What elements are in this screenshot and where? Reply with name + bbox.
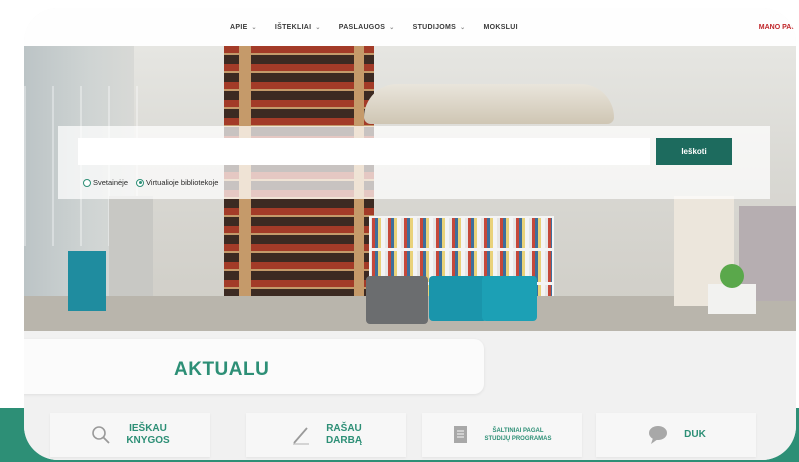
chevron-down-icon: ⌄: [389, 24, 395, 31]
nav-item-label: IŠTEKLIAI: [274, 23, 312, 31]
device-screen: APIE ⌄ IŠTEKLIAI ⌄ PASLAUGOS ⌄ STUDIJOMS…: [24, 8, 796, 460]
quick-link-label: DUK: [684, 429, 706, 440]
search-panel: Ieškoti Svetainėje Virtualioje bibliotek…: [58, 126, 770, 199]
quick-link-label: ŠALTINIAI PAGAL STUDIJŲ PROGRAMAS: [484, 428, 552, 442]
nav-item-istekliai[interactable]: IŠTEKLIAI ⌄: [275, 24, 321, 31]
scope-option-label: Svetainėje: [93, 178, 129, 187]
nav-item-paslaugos[interactable]: PASLAUGOS ⌄: [339, 24, 395, 31]
radio-unselected-icon: [83, 178, 91, 187]
quick-links: IEŠKAU KNYGOS RAŠAU DARBĄ ŠALTINIAI PAGA…: [50, 413, 790, 457]
nav-item-label: MOKSLUI: [483, 23, 518, 31]
scope-option-label: Virtualioje bibliotekoje: [146, 178, 219, 187]
top-navigation: APIE ⌄ IŠTEKLIAI ⌄ PASLAUGOS ⌄ STUDIJOMS…: [24, 8, 796, 46]
quick-link-search-book[interactable]: IEŠKAU KNYGOS: [50, 413, 210, 457]
search-input[interactable]: [78, 138, 650, 165]
quick-link-program-sources[interactable]: ŠALTINIAI PAGAL STUDIJŲ PROGRAMAS: [422, 413, 582, 457]
nav-item-label: APIE: [230, 23, 248, 31]
document-icon: [452, 424, 470, 446]
scope-option-website[interactable]: Svetainėje: [83, 178, 128, 187]
news-title: AKTUALU: [174, 359, 270, 380]
quick-link-label: IEŠKAU KNYGOS: [126, 423, 170, 446]
nav-item-label: PASLAUGOS: [338, 23, 386, 31]
nav-item-mokslui[interactable]: MOKSLUI: [483, 24, 517, 31]
quick-link-writing[interactable]: RAŠAU DARBĄ: [246, 413, 406, 457]
search-button[interactable]: Ieškoti: [656, 138, 732, 165]
my-account-link[interactable]: MANO PAS: [759, 8, 796, 46]
chevron-down-icon: ⌄: [251, 24, 257, 31]
radio-selected-icon: [136, 178, 145, 187]
pen-icon: [290, 424, 312, 446]
nav-item-apie[interactable]: APIE ⌄: [230, 24, 257, 31]
nav-item-label: STUDIJOMS: [412, 23, 457, 31]
search-scope-options: Svetainėje Virtualioje bibliotekoje: [83, 178, 218, 187]
scope-option-virtual-library[interactable]: Virtualioje bibliotekoje: [136, 178, 218, 187]
chat-bubble-icon: [646, 424, 670, 446]
chevron-down-icon: ⌄: [315, 24, 321, 31]
nav-item-studijoms[interactable]: STUDIJOMS ⌄: [413, 24, 466, 31]
news-section-header: AKTUALU: [24, 339, 484, 394]
chevron-down-icon: ⌄: [460, 24, 466, 31]
quick-link-faq[interactable]: DUK: [596, 413, 756, 457]
quick-link-label: RAŠAU DARBĄ: [325, 423, 363, 446]
content-area: AKTUALU IEŠKAU KNYGOS RAŠAU DARBĄ ŠALTIN…: [24, 331, 796, 460]
main-menu: APIE ⌄ IŠTEKLIAI ⌄ PASLAUGOS ⌄ STUDIJOMS…: [230, 24, 518, 31]
magnifier-icon: [90, 424, 112, 446]
